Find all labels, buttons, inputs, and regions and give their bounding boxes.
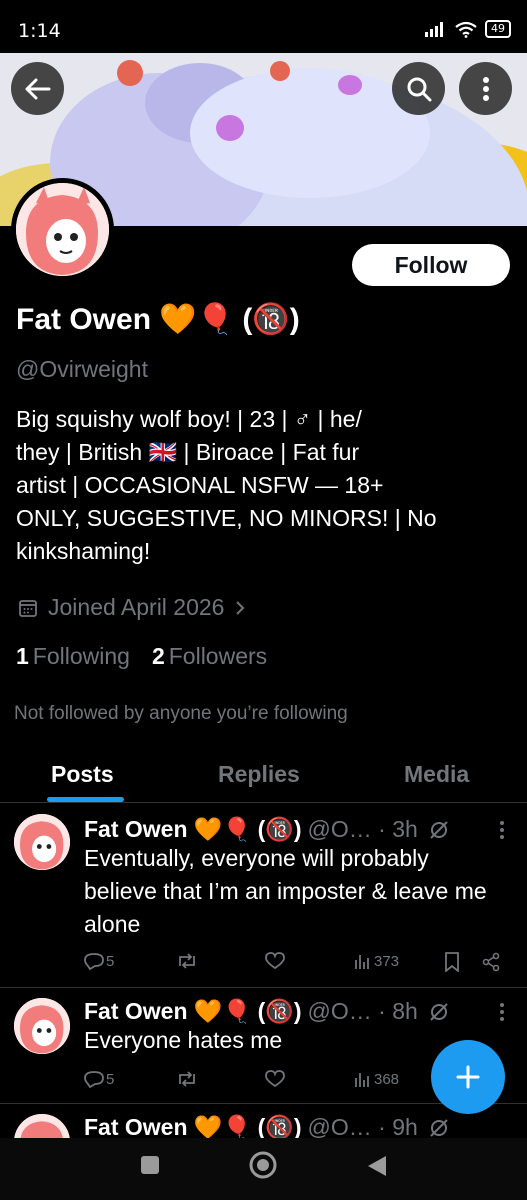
status-time: 1:14	[18, 20, 61, 42]
tab-replies[interactable]: Replies	[218, 761, 300, 788]
follow-counts: 1 Following 2 Followers	[16, 643, 267, 670]
following-label: Following	[32, 643, 130, 669]
following-count: 1	[16, 643, 29, 669]
battery-icon: 49	[485, 20, 511, 38]
reply-count: 5	[106, 1070, 115, 1088]
tweet-avatar[interactable]	[14, 998, 70, 1054]
tweet-avatar[interactable]	[14, 1114, 70, 1138]
profile-avatar[interactable]	[11, 178, 114, 281]
following-link[interactable]: 1 Following	[16, 643, 130, 670]
plus-icon	[456, 1065, 480, 1089]
reply-icon	[84, 953, 104, 970]
followers-link[interactable]: 2 Followers	[152, 643, 267, 670]
compose-post-button[interactable]	[431, 1040, 505, 1114]
bookmark-icon	[445, 952, 459, 972]
tweet-avatar[interactable]	[14, 814, 70, 870]
reply-icon	[84, 1071, 104, 1088]
tweet-author-name[interactable]: Fat Owen 🧡🎈 (🔞)	[84, 1114, 302, 1138]
reply-count: 5	[106, 952, 115, 970]
bio-line: kinkshaming!	[16, 538, 151, 564]
joined-date-row[interactable]: Joined April 2026	[18, 594, 246, 621]
profile-display-name: Fat Owen 🧡🎈 (🔞)	[16, 303, 300, 336]
tweet-header: Fat Owen 🧡🎈 (🔞) @O… · 9h	[84, 1114, 450, 1138]
tweet-text: Eventually, everyone will probably belie…	[84, 845, 487, 937]
avatar-image	[14, 998, 70, 1054]
system-nav-bar	[0, 1138, 527, 1200]
tweet-actions: 5 373	[84, 952, 504, 974]
bio-line: Big squishy wolf boy! | 23 | ♂ | he/	[16, 406, 362, 432]
avatar-image	[16, 183, 109, 276]
reply-button[interactable]: 5	[84, 952, 114, 970]
heart-icon	[265, 952, 285, 970]
tweet-author-name[interactable]: Fat Owen 🧡🎈 (🔞)	[84, 998, 302, 1025]
followers-count: 2	[151, 643, 165, 669]
share-button[interactable]	[482, 952, 500, 972]
repost-icon	[179, 1071, 195, 1087]
not-followed-text: Not followed by anyone you’re following	[14, 703, 348, 724]
views-count: 368	[374, 1070, 400, 1088]
views-count: 373	[374, 952, 400, 970]
repost-button[interactable]	[176, 952, 198, 970]
back-button[interactable]	[11, 62, 64, 115]
tab-media[interactable]: Media	[404, 761, 469, 788]
joined-date: Joined April 2026	[48, 594, 225, 620]
status-bar: 1:14 49	[0, 0, 527, 56]
tab-posts[interactable]: Posts	[51, 761, 114, 788]
mute-icon	[430, 1002, 448, 1021]
like-button[interactable]	[265, 1070, 285, 1088]
share-icon	[482, 952, 500, 972]
status-icons: 49	[425, 20, 511, 38]
profile-tabs: Posts Replies Media	[0, 745, 527, 803]
reply-button[interactable]: 5	[84, 1070, 114, 1088]
bio-line: they | British 🇬🇧 | Biroace | Fat fur	[16, 439, 360, 465]
tweet-more-icon[interactable]	[499, 820, 505, 840]
like-button[interactable]	[265, 952, 285, 970]
profile-handle: @Ovirweight	[16, 356, 148, 382]
views-icon	[355, 955, 369, 969]
repost-button[interactable]	[176, 1070, 198, 1088]
followers-label: Followers	[168, 643, 268, 669]
avatar-image	[14, 1114, 70, 1138]
bookmark-button[interactable]	[444, 952, 460, 972]
tweet-meta: @O… · 8h	[307, 998, 418, 1024]
recents-button[interactable]	[139, 1154, 161, 1176]
arrow-left-icon	[25, 78, 50, 99]
views-icon	[355, 1073, 369, 1087]
mute-icon	[430, 1118, 448, 1137]
heart-icon	[265, 1070, 285, 1088]
search-button[interactable]	[392, 62, 445, 115]
tweet-more-icon[interactable]	[499, 1002, 505, 1022]
views-button[interactable]: 373	[354, 952, 399, 970]
tweet[interactable]: Fat Owen 🧡🎈 (🔞) @O… · 3h Eventually, eve…	[0, 804, 527, 988]
back-nav-button[interactable]	[366, 1154, 388, 1178]
wifi-icon	[455, 21, 477, 38]
mute-icon	[430, 820, 448, 839]
repost-icon	[179, 953, 195, 969]
signal-icon	[425, 22, 443, 37]
avatar-image	[14, 814, 70, 870]
calendar-icon	[19, 599, 37, 617]
tweet-header: Fat Owen 🧡🎈 (🔞) @O… · 3h	[84, 816, 450, 843]
profile-bio: Big squishy wolf boy! | 23 | ♂ | he/ the…	[16, 403, 506, 568]
more-options-button[interactable]	[459, 62, 512, 115]
tweet-author-name[interactable]: Fat Owen 🧡🎈 (🔞)	[84, 816, 302, 843]
tweet-meta: @O… · 3h	[307, 816, 418, 842]
home-button[interactable]	[248, 1150, 278, 1180]
bio-line: artist | OCCASIONAL NSFW — 18+	[16, 472, 384, 498]
chevron-right-icon	[236, 600, 245, 615]
views-button[interactable]: 368	[354, 1070, 399, 1088]
bio-line: ONLY, SUGGESTIVE, NO MINORS! | No	[16, 505, 437, 531]
tweet-meta: @O… · 9h	[307, 1114, 418, 1138]
active-tab-indicator	[47, 797, 124, 802]
follow-button[interactable]: Follow	[352, 244, 510, 286]
search-icon	[407, 77, 431, 101]
more-vertical-icon	[482, 76, 489, 101]
tweet-header: Fat Owen 🧡🎈 (🔞) @O… · 8h	[84, 998, 450, 1025]
tweet[interactable]: Fat Owen 🧡🎈 (🔞) @O… · 9h	[0, 1104, 527, 1138]
